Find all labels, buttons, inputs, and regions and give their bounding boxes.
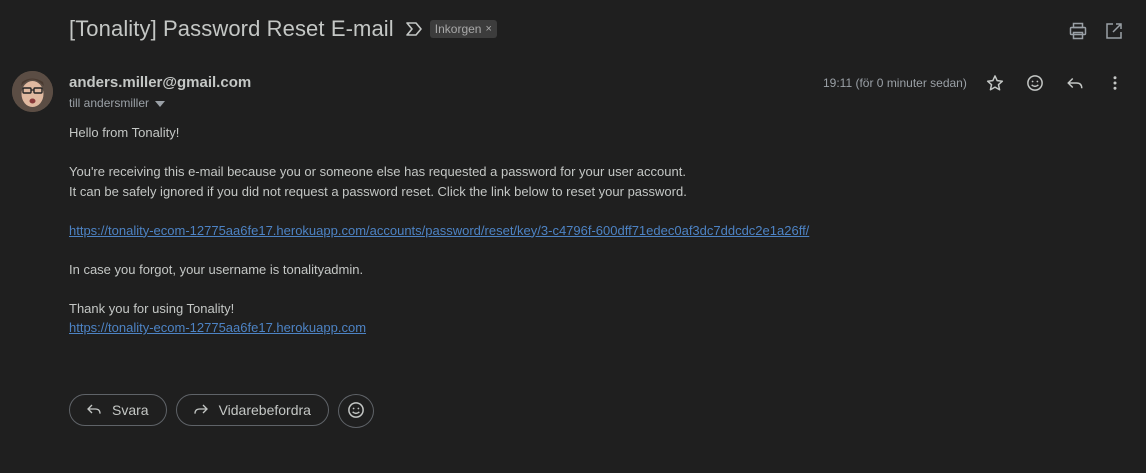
sender-name[interactable]: anders.miller@gmail.com: [69, 74, 251, 91]
message-actions: [985, 73, 1125, 93]
chevron-down-icon[interactable]: [155, 96, 166, 110]
username-line: In case you forgot, your username is ton…: [69, 261, 364, 277]
reply-button-label: Svara: [112, 402, 149, 418]
reply-icon: [86, 401, 102, 420]
avatar[interactable]: [12, 71, 53, 112]
forward-button[interactable]: Vidarebefordra: [175, 394, 329, 426]
inbox-label-chip: Inkorgen ×: [429, 20, 497, 38]
recipient-text: till andersmiller: [69, 96, 150, 110]
thread-actions: [1068, 21, 1124, 41]
thanks-text: Thank you for using Tonality!: [69, 300, 235, 316]
inbox-label-text: Inkorgen: [434, 22, 482, 36]
remove-label-icon[interactable]: ×: [485, 23, 491, 35]
email-body: Hello from Tonality! You're receiving th…: [69, 123, 969, 338]
emoji-reaction-button[interactable]: [337, 394, 374, 428]
open-in-new-window-icon[interactable]: [1104, 21, 1124, 41]
important-marker-icon[interactable]: [405, 22, 422, 36]
star-icon[interactable]: [985, 73, 1005, 93]
forward-icon: [193, 401, 209, 420]
reply-bar: Svara Vidarebefordra: [69, 394, 374, 428]
subject-row: [Tonality] Password Reset E-mail Inkorge…: [69, 16, 497, 42]
more-vert-icon[interactable]: [1105, 73, 1125, 93]
emoji-icon: [347, 401, 365, 422]
reply-button[interactable]: Svara: [69, 394, 167, 426]
reply-icon[interactable]: [1065, 73, 1085, 93]
body-line-1: You're receiving this e-mail because you…: [69, 164, 686, 179]
recipient-line[interactable]: till andersmiller: [69, 96, 166, 110]
print-icon[interactable]: [1068, 21, 1088, 41]
password-reset-link[interactable]: https://tonality-ecom-12775aa6fe17.herok…: [69, 223, 809, 238]
body-line-2: It can be safely ignored if you did not …: [69, 183, 687, 199]
site-link[interactable]: https://tonality-ecom-12775aa6fe17.herok…: [69, 320, 366, 335]
email-subject: [Tonality] Password Reset E-mail: [69, 16, 394, 41]
message-time: 19:11 (för 0 minuter sedan): [823, 76, 967, 90]
greeting-text: Hello from Tonality!: [69, 125, 180, 140]
emoji-icon[interactable]: [1025, 73, 1045, 93]
forward-button-label: Vidarebefordra: [218, 402, 311, 418]
